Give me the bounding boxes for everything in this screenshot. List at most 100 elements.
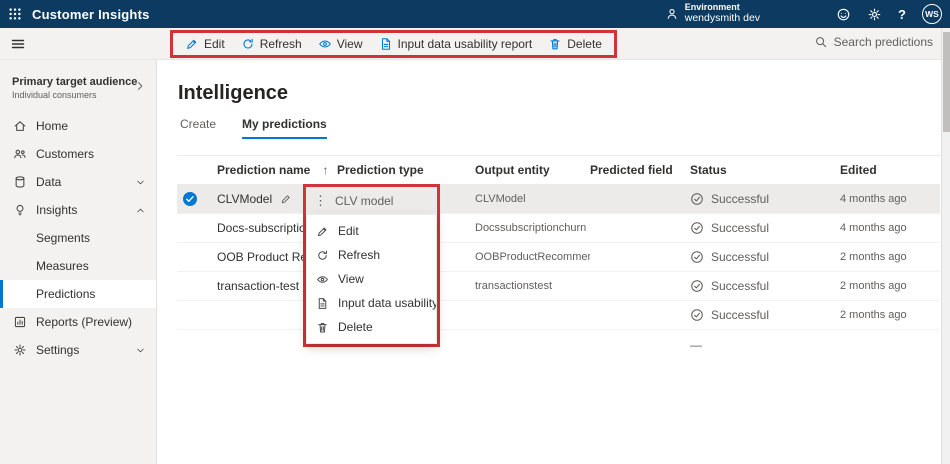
edit-button[interactable]: Edit: [177, 33, 233, 55]
edited-text: 4 months ago: [840, 222, 907, 234]
sidebar-item-label: Predictions: [36, 287, 96, 301]
prediction-name: transaction-test: [217, 279, 300, 293]
eye-icon: [318, 37, 332, 51]
edit-button-label: Edit: [204, 37, 225, 51]
column-header-edited[interactable]: Edited: [840, 163, 940, 177]
context-menu-header: ⋮ CLV model: [306, 187, 437, 214]
column-header-output-entity[interactable]: Output entity: [475, 163, 590, 177]
edited-text: 2 months ago: [840, 251, 907, 263]
audience-subtitle: Individual consumers: [12, 90, 97, 100]
status-text: Successful: [711, 250, 770, 264]
chevron-down-icon: [135, 177, 146, 188]
table-row[interactable]: transaction-test transactionstest Succes…: [177, 272, 940, 301]
hamburger-icon[interactable]: [10, 36, 26, 52]
sidebar-item-label: Settings: [36, 343, 80, 357]
status-success-icon: [690, 221, 704, 235]
tab-my-predictions[interactable]: My predictions: [242, 117, 327, 139]
column-header-predicted-field[interactable]: Predicted field: [590, 163, 690, 177]
audience-selector[interactable]: Primary target audience Individual consu…: [0, 60, 156, 112]
status-text: —: [690, 337, 702, 352]
context-menu-header-label: CLV model: [335, 193, 394, 208]
sidebar-item-customers[interactable]: Customers: [0, 140, 156, 168]
command-toolbar-highlight: Edit Refresh View Input data usability r…: [170, 30, 617, 58]
sidebar-item-home[interactable]: Home: [0, 112, 156, 140]
tab-create[interactable]: Create: [180, 117, 216, 139]
table-header-row: Prediction name ↑ Prediction type Output…: [177, 155, 940, 185]
sidebar-item-data[interactable]: Data: [0, 168, 156, 196]
pencil-icon: [185, 37, 199, 51]
edited-text: 2 months ago: [840, 309, 907, 321]
column-header-prediction-name[interactable]: Prediction name ↑: [217, 163, 337, 177]
status-text: Successful: [711, 308, 770, 322]
sidebar-item-label: Insights: [36, 203, 78, 217]
refresh-icon: [241, 37, 255, 51]
context-menu: Edit Refresh View Input data usability r…: [306, 214, 437, 344]
column-header-status[interactable]: Status: [690, 163, 840, 177]
sidebar-item-insights[interactable]: Insights: [0, 196, 156, 224]
chevron-down-icon: [135, 345, 146, 356]
person-icon: [665, 7, 679, 21]
context-menu-item-delete[interactable]: Delete: [307, 315, 436, 339]
context-menu-item-input-data-usability-report[interactable]: Input data usability report: [307, 291, 436, 315]
gear-icon: [13, 343, 27, 357]
table-row[interactable]: CLVModel CLVModel Successful 4 months ag…: [177, 185, 940, 214]
table-row[interactable]: Successful 2 months ago: [177, 301, 940, 330]
customer-insights-app: Customer Insights Environment wendysmith…: [0, 0, 950, 464]
sidebar-item-reports[interactable]: Reports (Preview): [0, 308, 156, 336]
sidebar-item-predictions[interactable]: Predictions: [0, 280, 156, 308]
prediction-name: Docs-subscription: [217, 221, 313, 235]
help-icon[interactable]: ?: [898, 7, 906, 22]
sidebar-item-label: Reports (Preview): [36, 315, 133, 329]
delete-button[interactable]: Delete: [540, 33, 610, 55]
search-predictions[interactable]: Search predictions: [814, 35, 933, 49]
tab-bar: Create My predictions: [180, 117, 327, 139]
column-header-prediction-type[interactable]: Prediction type: [337, 163, 475, 177]
sidebar-item-segments[interactable]: Segments: [0, 224, 156, 252]
settings-gear-icon[interactable]: [867, 7, 882, 22]
refresh-button[interactable]: Refresh: [233, 33, 310, 55]
output-entity: OOBProductRecommendation: [475, 251, 590, 263]
page-title: Intelligence: [178, 82, 289, 104]
context-menu-item-refresh[interactable]: Refresh: [307, 243, 436, 267]
scrollbar-thumb[interactable]: [943, 32, 950, 132]
sidebar-item-label: Customers: [36, 147, 95, 161]
audience-title: Primary target audience: [12, 76, 138, 88]
search-predictions-label: Search predictions: [833, 35, 933, 49]
sidebar-item-label: Measures: [36, 259, 89, 273]
sidebar-item-measures[interactable]: Measures: [0, 252, 156, 280]
status-success-icon: [690, 308, 704, 322]
feedback-smiley-icon[interactable]: [836, 7, 851, 22]
status-success-icon: [690, 250, 704, 264]
edited-text: 4 months ago: [840, 193, 907, 205]
more-options-icon[interactable]: ⋮: [314, 193, 327, 209]
context-menu-item-edit[interactable]: Edit: [307, 219, 436, 243]
report-document-icon: [379, 37, 393, 51]
context-menu-highlight: ⋮ CLV model Edit Refresh View Input data…: [303, 184, 440, 347]
people-icon: [13, 147, 27, 161]
report-document-icon: [316, 297, 329, 310]
sidebar-item-label: Data: [36, 175, 62, 189]
row-selected-check-icon[interactable]: [182, 191, 198, 207]
vertical-scrollbar: [941, 28, 950, 464]
pencil-icon: [316, 225, 329, 238]
rename-pencil-icon[interactable]: [280, 193, 292, 205]
context-menu-item-view[interactable]: View: [307, 267, 436, 291]
input-data-usability-report-label: Input data usability report: [397, 37, 533, 51]
waffle-icon[interactable]: [8, 7, 22, 21]
lightbulb-icon: [13, 203, 27, 217]
environment-picker[interactable]: Environment wendysmith dev: [665, 2, 761, 25]
avatar[interactable]: WS: [922, 4, 942, 24]
sort-ascending-icon: ↑: [322, 163, 329, 177]
table-row[interactable]: Docs-subscription Docssubscriptionchurn …: [177, 214, 940, 243]
sidebar-item-settings[interactable]: Settings: [0, 336, 156, 364]
input-data-usability-report-button[interactable]: Input data usability report: [371, 33, 541, 55]
environment-value: wendysmith dev: [684, 12, 761, 25]
database-icon: [13, 175, 27, 189]
view-button-label: View: [336, 37, 363, 51]
view-button[interactable]: View: [310, 33, 371, 55]
prediction-name: CLVModel: [217, 192, 273, 206]
output-entity: transactionstest: [475, 280, 553, 292]
sidebar-item-label: Segments: [36, 231, 91, 245]
table-row[interactable]: —: [177, 330, 940, 359]
table-row[interactable]: OOB Product Reco OOBProductRecommendatio…: [177, 243, 940, 272]
